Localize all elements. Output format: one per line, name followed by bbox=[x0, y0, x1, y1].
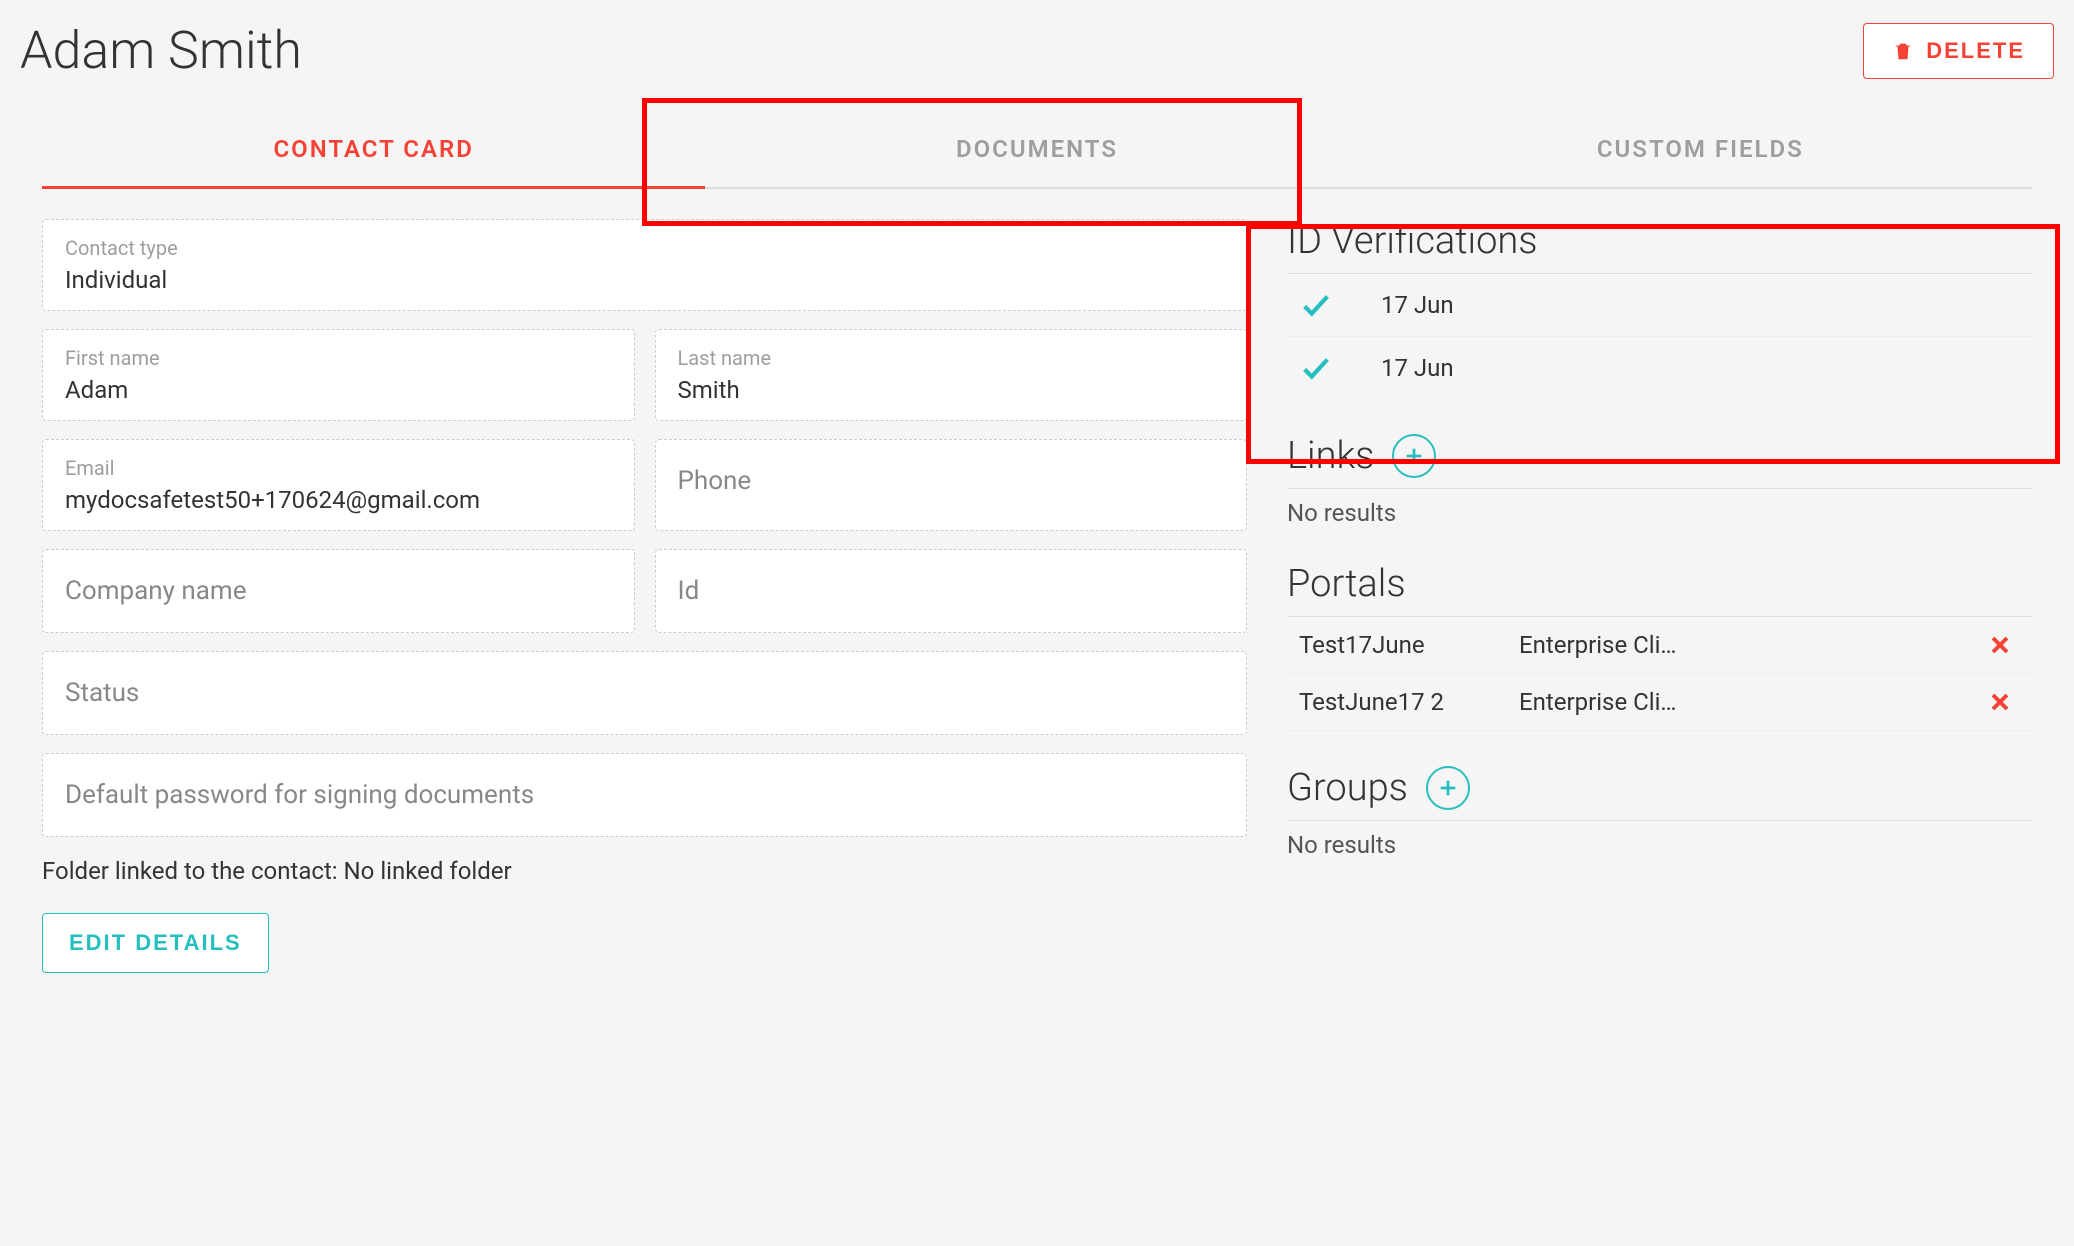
check-icon bbox=[1299, 288, 1333, 322]
field-first-name[interactable]: First name Adam bbox=[42, 329, 635, 421]
field-default-password[interactable]: Default password for signing documents bbox=[42, 753, 1247, 837]
field-label: Phone bbox=[678, 466, 1225, 496]
section-links: Links No results bbox=[1287, 434, 2032, 527]
field-email[interactable]: Email mydocsafetest50+170624@gmail.com bbox=[42, 439, 635, 531]
field-phone[interactable]: Phone bbox=[655, 439, 1248, 531]
field-id[interactable]: Id bbox=[655, 549, 1248, 633]
section-title: Portals bbox=[1287, 562, 1406, 606]
portal-plan: Enterprise Cli… bbox=[1519, 631, 1980, 659]
section-title: ID Verifications bbox=[1287, 219, 1538, 263]
plus-icon bbox=[1403, 445, 1425, 467]
field-last-name[interactable]: Last name Smith bbox=[655, 329, 1248, 421]
links-no-results: No results bbox=[1287, 489, 2032, 527]
section-title: Groups bbox=[1287, 766, 1408, 810]
section-groups: Groups No results bbox=[1287, 766, 2032, 859]
add-group-button[interactable] bbox=[1426, 766, 1470, 810]
section-title: Links bbox=[1287, 434, 1374, 478]
folder-linked-text: Folder linked to the contact: No linked … bbox=[42, 857, 1247, 885]
section-portals: Portals Test17June Enterprise Cli… TestJ… bbox=[1287, 562, 2032, 731]
field-value: Adam bbox=[65, 376, 612, 404]
field-label: Contact type bbox=[65, 236, 1224, 260]
field-status[interactable]: Status bbox=[42, 651, 1247, 735]
contact-card-form: Contact type Individual First name Adam … bbox=[42, 219, 1247, 973]
portal-name: TestJune17 2 bbox=[1299, 688, 1519, 716]
plus-icon bbox=[1437, 777, 1459, 799]
field-label: Status bbox=[65, 678, 1224, 708]
edit-details-button[interactable]: EDIT DETAILS bbox=[42, 913, 269, 973]
field-label: Last name bbox=[678, 346, 1225, 370]
trash-icon bbox=[1892, 40, 1914, 62]
remove-portal-icon[interactable] bbox=[1988, 690, 2012, 714]
field-label: Default password for signing documents bbox=[65, 780, 1224, 810]
field-label: Email bbox=[65, 456, 612, 480]
field-label: First name bbox=[65, 346, 612, 370]
portal-plan: Enterprise Cli… bbox=[1519, 688, 1980, 716]
check-icon bbox=[1299, 351, 1333, 385]
tab-documents[interactable]: DOCUMENTS bbox=[705, 111, 1368, 187]
portal-name: Test17June bbox=[1299, 631, 1519, 659]
field-value: Individual bbox=[65, 266, 1224, 294]
tab-custom-fields[interactable]: CUSTOM FIELDS bbox=[1369, 111, 2032, 187]
field-company-name[interactable]: Company name bbox=[42, 549, 635, 633]
groups-no-results: No results bbox=[1287, 821, 2032, 859]
tabs: CONTACT CARD DOCUMENTS CUSTOM FIELDS bbox=[42, 111, 2032, 189]
verification-item[interactable]: 17 Jun bbox=[1287, 337, 2032, 399]
field-label: Company name bbox=[65, 576, 612, 606]
verification-date: 17 Jun bbox=[1381, 291, 1454, 319]
portal-item[interactable]: TestJune17 2 Enterprise Cli… bbox=[1287, 674, 2032, 731]
portal-item[interactable]: Test17June Enterprise Cli… bbox=[1287, 617, 2032, 674]
verification-item[interactable]: 17 Jun bbox=[1287, 274, 2032, 337]
field-value: Smith bbox=[678, 376, 1225, 404]
field-contact-type[interactable]: Contact type Individual bbox=[42, 219, 1247, 311]
remove-portal-icon[interactable] bbox=[1988, 633, 2012, 657]
page-title: Adam Smith bbox=[20, 20, 302, 81]
tab-contact-card[interactable]: CONTACT CARD bbox=[42, 111, 705, 187]
delete-button[interactable]: DELETE bbox=[1863, 23, 2054, 79]
delete-button-label: DELETE bbox=[1926, 38, 2025, 64]
verification-date: 17 Jun bbox=[1381, 354, 1454, 382]
field-value: mydocsafetest50+170624@gmail.com bbox=[65, 486, 612, 514]
add-link-button[interactable] bbox=[1392, 434, 1436, 478]
field-label: Id bbox=[678, 576, 1225, 606]
section-id-verifications: ID Verifications 17 Jun 17 Jun bbox=[1287, 219, 2032, 399]
